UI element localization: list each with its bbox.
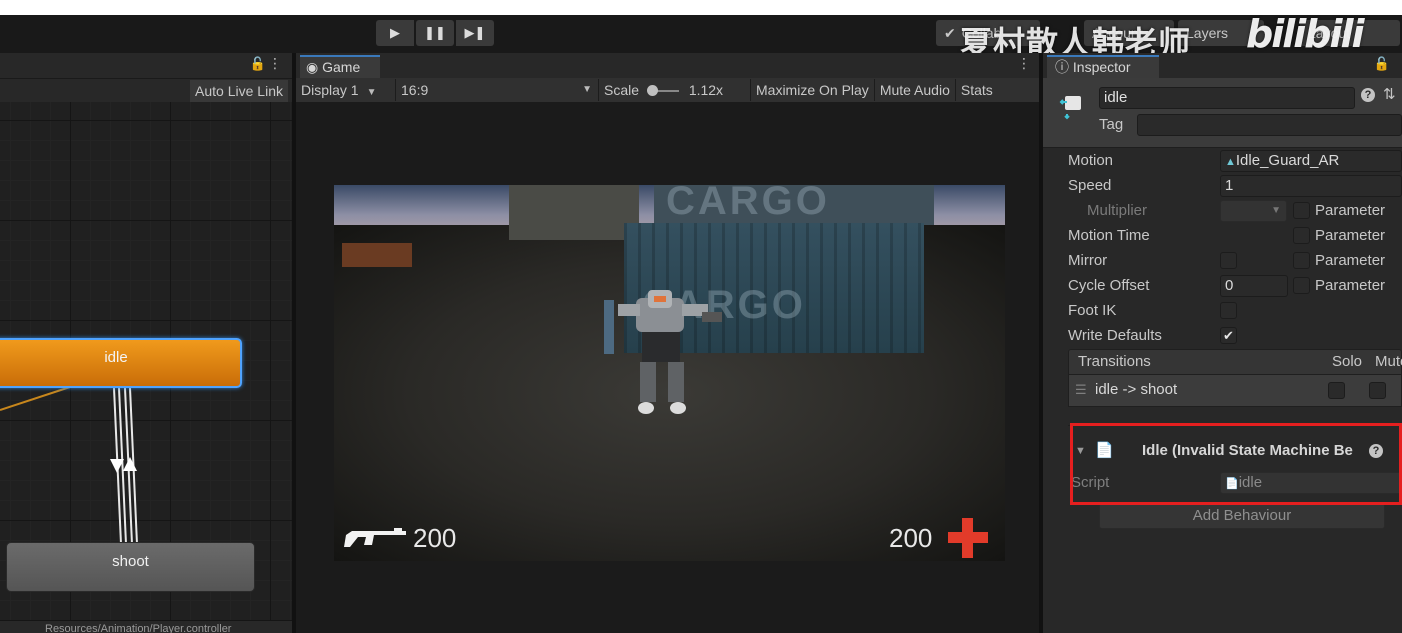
health-cross-icon bbox=[948, 518, 988, 558]
motion-label: Motion bbox=[1068, 152, 1114, 169]
gamepad-icon: ◉ bbox=[306, 59, 319, 75]
multiplier-parameter-checkbox[interactable] bbox=[1293, 202, 1310, 219]
cycle-offset-parameter-checkbox[interactable] bbox=[1293, 277, 1310, 294]
mute-checkbox[interactable] bbox=[1369, 382, 1386, 399]
maximize-on-play-toggle[interactable]: Maximize On Play bbox=[751, 79, 875, 101]
tab-game[interactable]: ◉ Game bbox=[300, 55, 380, 78]
motion-time-parameter-checkbox[interactable] bbox=[1293, 227, 1310, 244]
tag-field[interactable] bbox=[1137, 114, 1402, 136]
lock-icon[interactable]: 🔓 bbox=[250, 56, 266, 72]
inspector-tabbar: ⓘ Inspector 🔓 bbox=[1043, 53, 1402, 78]
scene-debris bbox=[342, 243, 412, 267]
scale-slider-track[interactable] bbox=[646, 85, 679, 97]
play-button[interactable]: ▶ bbox=[376, 20, 414, 46]
cycle-offset-field[interactable]: 0 bbox=[1220, 275, 1288, 297]
rifle-icon bbox=[344, 528, 406, 547]
stats-toggle[interactable]: Stats bbox=[956, 79, 998, 101]
hud-health-count: 200 bbox=[889, 523, 933, 553]
game-panel: ◉ Game ⋮ Display 1 ▼ 16:9 ▼ Scale 1.12x M… bbox=[296, 53, 1039, 633]
tag-label: Tag bbox=[1099, 116, 1124, 133]
mirror-parameter-checkbox[interactable] bbox=[1293, 252, 1310, 269]
play-icon: ▶ bbox=[390, 25, 400, 40]
checkmark-icon: ✔ bbox=[1223, 328, 1234, 343]
scene-building bbox=[509, 185, 639, 240]
inspector-panel: ⓘ Inspector 🔓 idle ? ⇅ Tag Motion ▲Idle_… bbox=[1043, 53, 1402, 633]
parameter-label: Parameter bbox=[1315, 277, 1386, 294]
transitions-list: Transitions Solo Mute ☰ idle -> shoot bbox=[1068, 349, 1402, 409]
controller-path: Resources/Animation/Player.controller bbox=[0, 621, 292, 633]
animator-subbar: Auto Live Link bbox=[0, 78, 292, 102]
transition-row[interactable]: ☰ idle -> shoot bbox=[1068, 375, 1402, 407]
speed-field[interactable]: 1 bbox=[1220, 175, 1402, 197]
highlight-box bbox=[1070, 423, 1402, 505]
scene-container-back: CARGO bbox=[654, 185, 934, 225]
dropdown-arrow-icon: ▼ bbox=[582, 84, 592, 95]
foot-ik-checkbox[interactable] bbox=[1220, 302, 1237, 319]
foot-ik-label: Foot IK bbox=[1068, 302, 1117, 319]
pause-icon: ❚❚ bbox=[424, 25, 446, 40]
bilibili-logo: bilibili bbox=[1246, 12, 1365, 56]
tab-inspector[interactable]: ⓘ Inspector bbox=[1047, 55, 1159, 78]
parameter-label: Parameter bbox=[1315, 252, 1386, 269]
main-toolbar: ▶ ❚❚ ▶❚ ✔ Collab Account Layers Layout bbox=[0, 15, 1402, 53]
scale-slider[interactable]: Scale 1.12x bbox=[599, 79, 751, 101]
step-icon: ▶❚ bbox=[464, 25, 486, 40]
solo-column-label: Solo bbox=[1332, 353, 1363, 370]
state-node-shoot[interactable]: shoot bbox=[6, 542, 255, 592]
lock-icon[interactable]: 🔓 bbox=[1374, 56, 1390, 72]
transitions-header: Transitions Solo Mute bbox=[1068, 349, 1402, 375]
write-defaults-checkbox[interactable]: ✔ bbox=[1220, 327, 1237, 344]
animator-state-icon bbox=[1059, 96, 1081, 120]
parameter-label: Parameter bbox=[1315, 202, 1386, 219]
animation-clip-icon: ▲ bbox=[1225, 156, 1236, 168]
playback-controls: ▶ ❚❚ ▶❚ bbox=[376, 20, 494, 46]
top-strip bbox=[0, 0, 1402, 15]
parameter-label: Parameter bbox=[1315, 227, 1386, 244]
hud-ammo-count: 200 bbox=[413, 523, 457, 553]
check-icon: ✔ bbox=[944, 24, 956, 41]
add-behaviour-button[interactable]: Add Behaviour bbox=[1099, 503, 1385, 529]
settings-slider-icon[interactable]: ⇅ bbox=[1383, 85, 1396, 103]
write-defaults-label: Write Defaults bbox=[1068, 327, 1162, 344]
speed-label: Speed bbox=[1068, 177, 1112, 194]
multiplier-dropdown[interactable]: ▼ bbox=[1220, 200, 1287, 222]
cycle-offset-label: Cycle Offset bbox=[1068, 277, 1150, 294]
animator-panel: 🔓 ⋮ Auto Live Link idle shoot Resources/… bbox=[0, 53, 292, 633]
aspect-select[interactable]: 16:9 ▼ bbox=[396, 79, 599, 101]
animator-tabbar: 🔓 ⋮ bbox=[0, 53, 292, 78]
info-icon: ⓘ bbox=[1055, 59, 1069, 75]
multiplier-label: Multiplier bbox=[1087, 202, 1148, 219]
state-name-field[interactable]: idle bbox=[1099, 87, 1355, 109]
mirror-checkbox[interactable] bbox=[1220, 252, 1237, 269]
scale-slider-knob[interactable] bbox=[646, 85, 658, 97]
state-graph[interactable]: idle shoot bbox=[0, 102, 292, 633]
solo-checkbox[interactable] bbox=[1328, 382, 1345, 399]
dropdown-arrow-icon: ▼ bbox=[1271, 205, 1281, 216]
game-tabbar: ◉ Game ⋮ bbox=[296, 53, 1039, 78]
mute-audio-toggle[interactable]: Mute Audio bbox=[875, 79, 956, 101]
kebab-menu-icon[interactable]: ⋮ bbox=[1017, 55, 1031, 72]
display-select[interactable]: Display 1 ▼ bbox=[296, 79, 396, 101]
pause-button[interactable]: ❚❚ bbox=[416, 20, 454, 46]
mirror-label: Mirror bbox=[1068, 252, 1108, 269]
game-controls: Display 1 ▼ 16:9 ▼ Scale 1.12x Maximize O… bbox=[296, 78, 1039, 102]
drag-handle-icon[interactable]: ☰ bbox=[1075, 375, 1087, 405]
game-viewport[interactable]: CARGO CARGO 200 200 bbox=[334, 185, 1005, 561]
mute-column-label: Mute bbox=[1375, 353, 1402, 370]
inspector-header: idle ? ⇅ Tag bbox=[1043, 78, 1402, 148]
kebab-menu-icon[interactable]: ⋮ bbox=[268, 55, 282, 72]
auto-live-link-button[interactable]: Auto Live Link bbox=[190, 80, 288, 102]
motion-field[interactable]: ▲Idle_Guard_AR bbox=[1220, 150, 1402, 172]
motion-time-label: Motion Time bbox=[1068, 227, 1150, 244]
step-button[interactable]: ▶❚ bbox=[456, 20, 494, 46]
dropdown-arrow-icon: ▼ bbox=[366, 87, 377, 98]
robot-character bbox=[604, 290, 722, 414]
help-icon[interactable]: ? bbox=[1361, 88, 1375, 102]
state-node-idle[interactable]: idle bbox=[0, 338, 242, 388]
